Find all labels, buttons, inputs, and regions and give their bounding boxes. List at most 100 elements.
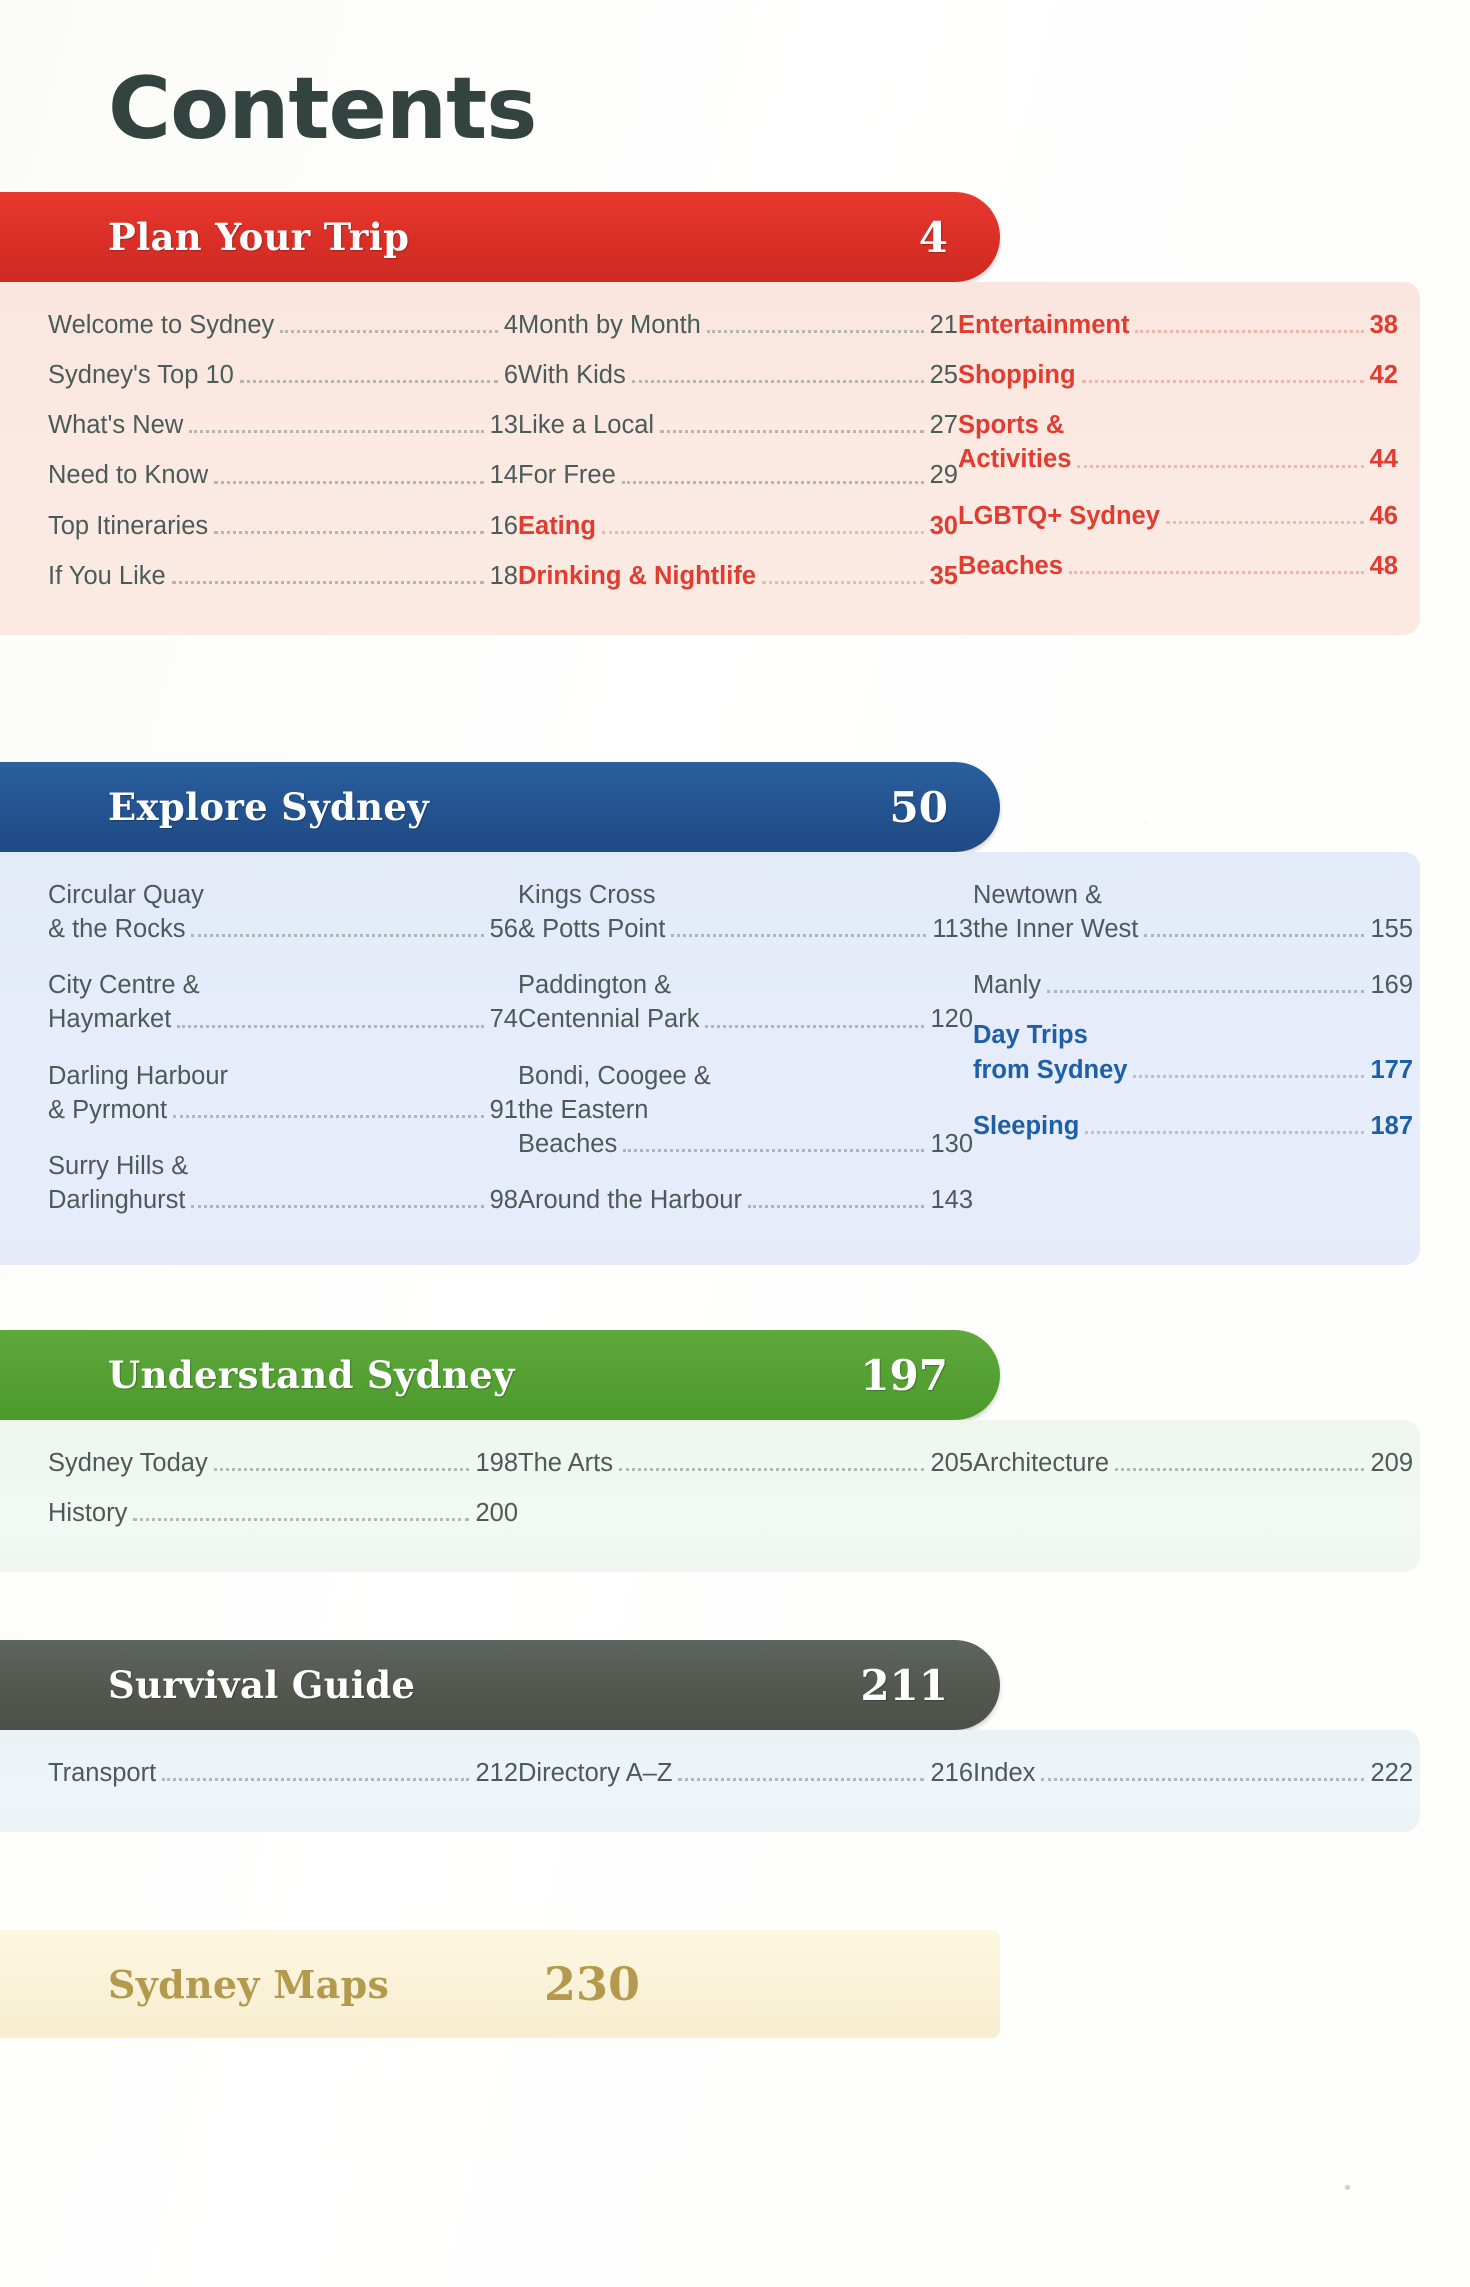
toc-entry-page: 6 xyxy=(503,361,518,390)
toc-entry-page: 205 xyxy=(930,1449,973,1477)
toc-entry[interactable]: Paddington & Centennial Park 120 xyxy=(518,968,973,1036)
toc-entry-page: 113 xyxy=(932,915,973,944)
toc-entry-label: History xyxy=(48,1499,128,1528)
section-title-plan-your-trip: Plan Your Trip xyxy=(108,215,410,259)
toc-entry[interactable]: Kings Cross & Potts Point 113 xyxy=(518,878,973,946)
toc-entry[interactable]: Sports & Activities 44 xyxy=(958,408,1398,476)
section-panel-explore-sydney: Circular Quay & the Rocks 56 City Centre … xyxy=(0,852,1420,1266)
section-band-plan-your-trip[interactable]: Plan Your Trip 4 xyxy=(0,192,1000,282)
toc-entry[interactable]: Sydney's Top 10 6 xyxy=(48,358,518,392)
toc-entry-label: Beaches xyxy=(958,551,1063,580)
toc-entry[interactable]: Surry Hills & Darlinghurst 98 xyxy=(48,1149,518,1217)
toc-entry-label: Drinking & Nightlife xyxy=(518,561,756,590)
toc-entry[interactable]: Sleeping 187 xyxy=(973,1109,1413,1143)
toc-entry[interactable]: Shopping 42 xyxy=(958,358,1398,392)
toc-entry[interactable]: Drinking & Nightlife 35 xyxy=(518,559,958,593)
toc-entry-label-line2: & the Rocks xyxy=(48,915,186,944)
toc-entry-page: 98 xyxy=(489,1186,518,1215)
toc-entry[interactable]: Like a Local 27 xyxy=(518,408,958,442)
toc-entry[interactable]: Eating 30 xyxy=(518,509,958,543)
toc-entry[interactable]: Index 222 xyxy=(973,1756,1413,1790)
section-page-plan-your-trip: 4 xyxy=(918,212,948,262)
toc-entry[interactable]: History 200 xyxy=(48,1496,518,1530)
toc-entry[interactable]: Beaches 48 xyxy=(958,549,1398,583)
toc-entry-label: With Kids xyxy=(518,361,626,390)
toc-entry-page: 169 xyxy=(1370,971,1413,1000)
toc-entry-page: 155 xyxy=(1370,915,1413,944)
toc-entry[interactable]: Manly 169 xyxy=(973,968,1413,1002)
toc-column-2: The Arts 205 xyxy=(518,1446,973,1546)
leader-dots xyxy=(171,580,484,584)
toc-entry-label: LGBTQ+ Sydney xyxy=(958,501,1160,530)
leader-dots xyxy=(1144,933,1365,938)
toc-entry-label-line2: the Eastern xyxy=(518,1095,649,1124)
leader-dots xyxy=(706,329,924,334)
toc-entry[interactable]: LGBTQ+ Sydney 46 xyxy=(958,499,1398,533)
toc-entry-page: 130 xyxy=(930,1129,973,1158)
section-band-understand-sydney[interactable]: Understand Sydney 197 xyxy=(0,1330,1000,1420)
toc-column-1: Welcome to Sydney 4 Sydney's Top 10 6 What… xyxy=(0,308,518,609)
toc-entry-page: 200 xyxy=(475,1499,518,1528)
toc-columns: Welcome to Sydney 4 Sydney's Top 10 6 What… xyxy=(0,308,1420,609)
section-title-explore-sydney: Explore Sydney xyxy=(108,785,430,829)
toc-entry-label: City Centre & xyxy=(48,971,200,1000)
toc-entry-page: 30 xyxy=(929,511,958,540)
toc-entry-label: Welcome to Sydney xyxy=(48,311,275,339)
toc-entry-page: 14 xyxy=(489,461,518,490)
page-title: Contents xyxy=(108,59,537,159)
leader-dots xyxy=(1085,1130,1365,1134)
toc-entry[interactable]: Need to Know 14 xyxy=(48,458,518,492)
toc-entry[interactable]: Directory A–Z 216 xyxy=(518,1756,973,1790)
toc-entry-label: Newtown & xyxy=(973,881,1102,909)
toc-entry[interactable]: The Arts 205 xyxy=(518,1446,973,1480)
leader-dots xyxy=(762,580,924,584)
toc-entry[interactable]: City Centre & Haymarket 74 xyxy=(48,968,518,1036)
toc-entry-label-line2: the Inner West xyxy=(973,915,1139,944)
toc-entry[interactable]: Circular Quay & the Rocks 56 xyxy=(48,878,518,946)
section-title-sydney-maps: Sydney Maps xyxy=(108,1961,390,2007)
leader-dots xyxy=(747,1204,925,1209)
toc-entry-label: Surry Hills & xyxy=(48,1151,189,1180)
toc-entry[interactable]: Newtown & the Inner West 155 xyxy=(973,878,1413,946)
toc-entry-label: Shopping xyxy=(958,361,1076,390)
toc-entry-page: 29 xyxy=(929,461,958,490)
leader-dots xyxy=(162,1777,470,1782)
toc-entry[interactable]: Entertainment 38 xyxy=(958,308,1398,342)
section-page-explore-sydney: 50 xyxy=(889,782,948,832)
toc-entry[interactable]: For Free 29 xyxy=(518,458,958,492)
toc-entry[interactable]: Day Trips from Sydney 177 xyxy=(973,1018,1413,1086)
toc-entry[interactable]: Month by Month 21 xyxy=(518,308,958,342)
toc-entry[interactable]: Bondi, Coogee & the Eastern Beaches 130 xyxy=(518,1059,973,1161)
toc-entry-page: 187 xyxy=(1370,1111,1413,1140)
toc-entry[interactable]: Architecture 209 xyxy=(973,1446,1413,1480)
toc-entry[interactable]: Welcome to Sydney 4 xyxy=(48,308,518,342)
toc-columns: Circular Quay & the Rocks 56 City Centre … xyxy=(0,878,1420,1239)
toc-columns: Sydney Today 198 History 200 The Arts 205 A… xyxy=(0,1446,1420,1546)
toc-entry-label: Manly xyxy=(973,971,1042,1000)
toc-entry[interactable]: Darling Harbour & Pyrmont 91 xyxy=(48,1059,518,1127)
section-band-explore-sydney[interactable]: Explore Sydney 50 xyxy=(0,762,1000,852)
toc-entry-label: Sleeping xyxy=(973,1111,1080,1140)
toc-entry-page: 48 xyxy=(1369,551,1398,580)
toc-entry-label-line3: Beaches xyxy=(518,1129,618,1158)
leader-dots xyxy=(660,429,924,434)
toc-entry[interactable]: With Kids 25 xyxy=(518,358,958,392)
toc-entry-page: 44 xyxy=(1369,445,1398,474)
toc-entry[interactable]: What's New 13 xyxy=(48,408,518,442)
leader-dots xyxy=(621,480,924,484)
toc-entry-page: 216 xyxy=(930,1759,973,1787)
toc-entry-label-line2: Darlinghurst xyxy=(48,1186,186,1215)
toc-entry-page: 198 xyxy=(475,1449,518,1477)
toc-entry[interactable]: Transport 212 xyxy=(48,1756,518,1790)
toc-entry[interactable]: If You Like 18 xyxy=(48,559,518,593)
toc-entry-page: 46 xyxy=(1369,501,1398,530)
toc-entry-page: 13 xyxy=(489,411,518,440)
section-understand-sydney: Understand Sydney 197 Sydney Today 198 Hi… xyxy=(0,1330,1420,1573)
leader-dots xyxy=(1041,1777,1365,1782)
toc-entry[interactable]: Sydney Today 198 xyxy=(48,1446,518,1480)
section-band-sydney-maps[interactable]: Sydney Maps 230 xyxy=(0,1930,1000,2038)
toc-entry[interactable]: Top Itineraries 16 xyxy=(48,509,518,543)
toc-entry[interactable]: Around the Harbour 143 xyxy=(518,1183,973,1217)
toc-entry-label: Like a Local xyxy=(518,411,655,440)
section-band-survival-guide[interactable]: Survival Guide 211 xyxy=(0,1640,1000,1730)
